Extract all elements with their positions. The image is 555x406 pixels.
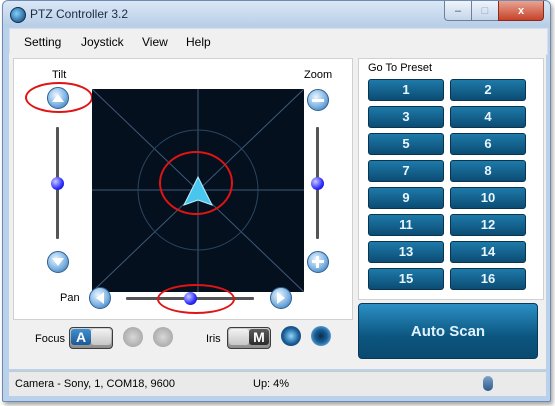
preset-button[interactable]: 11 <box>368 214 444 236</box>
focus-near-icon[interactable] <box>123 327 143 347</box>
maximize-icon: □ <box>481 4 489 17</box>
plus-icon <box>312 256 324 268</box>
status-bar: Camera - Sony, 1, COM18, 9600 Up: 4% <box>9 371 546 396</box>
app-window: PTZ Controller 3.2 – □ x Setting Joystic… <box>2 0 551 402</box>
preset-title: Go To Preset <box>368 62 432 74</box>
status-action: Up: 4% <box>253 378 290 390</box>
zoom-label: Zoom <box>304 69 333 81</box>
maximize-button[interactable]: □ <box>471 1 499 21</box>
highlight-ring <box>159 151 233 215</box>
arrow-left-icon <box>96 292 104 304</box>
menu-view[interactable]: View <box>142 35 168 49</box>
title-bar[interactable]: PTZ Controller 3.2 – □ x <box>3 1 550 27</box>
ptz-panel: Tilt Zoom Pan <box>13 58 353 320</box>
preset-button[interactable]: 8 <box>450 160 526 182</box>
tilt-down-button[interactable] <box>47 251 69 273</box>
pan-label: Pan <box>60 292 80 304</box>
preset-panel: Go To Preset 1 2 3 4 5 6 7 8 9 10 11 12 13 14 15 16 <box>358 58 544 300</box>
focus-far-icon[interactable] <box>153 327 173 347</box>
connection-icon <box>483 376 493 391</box>
menu-help[interactable]: Help <box>186 35 211 49</box>
focus-auto-segment: A <box>71 329 91 345</box>
preset-button[interactable]: 15 <box>368 268 444 290</box>
preset-button[interactable]: 2 <box>450 79 526 101</box>
preset-button[interactable]: 10 <box>450 187 526 209</box>
window-title: PTZ Controller 3.2 <box>30 7 129 21</box>
arrow-right-icon <box>277 292 285 304</box>
main-area: Tilt Zoom Pan Go To Preset 1 2 3 4 5 6 7… <box>9 53 546 369</box>
highlight-ring <box>25 82 93 113</box>
pan-left-button[interactable] <box>89 287 111 309</box>
tilt-slider-knob[interactable] <box>51 177 64 190</box>
preset-button[interactable]: 16 <box>450 268 526 290</box>
zoom-slider-knob[interactable] <box>311 177 324 190</box>
iris-close-icon[interactable] <box>311 326 331 346</box>
tilt-label: Tilt <box>52 69 67 81</box>
minus-icon <box>312 98 324 102</box>
camera-app-icon <box>10 7 26 23</box>
status-camera: Camera - Sony, 1, COM18, 9600 <box>15 378 175 390</box>
zoom-out-button[interactable] <box>307 89 329 111</box>
menu-setting[interactable]: Setting <box>24 35 61 49</box>
menu-bar: Setting Joystick View Help <box>9 28 548 55</box>
menu-joystick[interactable]: Joystick <box>81 35 124 49</box>
zoom-in-button[interactable] <box>307 251 329 273</box>
iris-label: Iris <box>206 333 221 345</box>
preset-button[interactable]: 14 <box>450 241 526 263</box>
arrow-down-icon <box>52 258 64 266</box>
focus-label: Focus <box>35 333 65 345</box>
preset-button[interactable]: 3 <box>368 106 444 128</box>
iris-open-icon[interactable] <box>281 326 301 346</box>
preset-button[interactable]: 13 <box>368 241 444 263</box>
preset-button[interactable]: 9 <box>368 187 444 209</box>
minimize-icon: – <box>454 4 462 17</box>
preset-button[interactable]: 5 <box>368 133 444 155</box>
minimize-button[interactable]: – <box>444 1 472 21</box>
auto-scan-button[interactable]: Auto Scan <box>358 303 538 359</box>
focus-mode-toggle[interactable]: A <box>69 327 113 349</box>
highlight-ring <box>157 284 235 314</box>
iris-manual-segment: M <box>249 329 269 345</box>
preset-button[interactable]: 7 <box>368 160 444 182</box>
close-icon: x <box>517 4 525 17</box>
close-button[interactable]: x <box>498 1 544 21</box>
preset-button[interactable]: 4 <box>450 106 526 128</box>
preset-button[interactable]: 12 <box>450 214 526 236</box>
preset-button[interactable]: 1 <box>368 79 444 101</box>
iris-mode-toggle[interactable]: M <box>227 327 271 349</box>
preset-button[interactable]: 6 <box>450 133 526 155</box>
pan-right-button[interactable] <box>270 287 292 309</box>
